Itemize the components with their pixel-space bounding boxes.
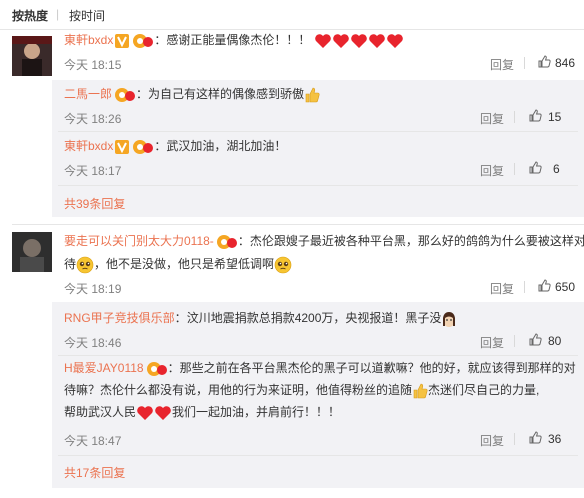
like-count: 6 — [553, 162, 560, 176]
timestamp: 今天 18:15 — [64, 58, 122, 72]
timestamp: 今天 18:26 — [64, 112, 122, 126]
reply-body: 待嘛？杰伦什么都没有说，用他的行为来证明，他值得粉丝的追随 — [64, 383, 413, 398]
heart-icon — [386, 34, 403, 48]
divider — [514, 111, 515, 123]
comment-text: 東軒bxdx ：感谢正能量偶像杰伦！！！ — [64, 33, 404, 49]
divider — [524, 57, 525, 69]
divider — [12, 224, 584, 225]
comment-body: 感谢正能量偶像杰伦！！！ — [166, 33, 311, 48]
timestamp: 今天 18:46 — [64, 336, 122, 350]
username-link[interactable]: H最爱JAY0118 — [64, 361, 144, 375]
more-replies-link[interactable]: 共39条回复 — [64, 195, 125, 212]
reply-body: 我们一起加油，并肩前行！！！ — [172, 405, 341, 420]
reply-button[interactable]: 回复 — [490, 56, 514, 73]
sort-by-hot-tab[interactable]: 按热度 — [12, 7, 48, 24]
comment-body: ，他不是没做，他只是希望低调啊 — [94, 257, 275, 272]
divider — [524, 281, 525, 293]
thumbs-up-emoji-icon — [413, 383, 428, 399]
reply-body: 杰迷们尽自己的力量, — [428, 383, 540, 398]
flushed-face-icon — [443, 312, 456, 327]
fan-badge-icon — [115, 88, 136, 102]
username-link[interactable]: 二馬一郎 — [64, 87, 112, 101]
reply-text: 二馬一郎 ：为自己有这样的偶像感到骄傲 — [64, 87, 320, 103]
divider — [514, 335, 515, 347]
heart-icon — [155, 406, 171, 420]
divider — [58, 131, 578, 132]
colon: ： — [136, 87, 149, 102]
thumbs-up-icon[interactable] — [529, 333, 542, 346]
reply-text-line2: 待嘛？杰伦什么都没有说，用他的行为来证明，他值得粉丝的追随 杰迷们尽自己的力量, — [64, 383, 539, 399]
like-count: 15 — [548, 110, 562, 124]
username-link[interactable]: 東軒bxdx — [64, 139, 113, 153]
divider — [58, 355, 578, 356]
heart-icon — [137, 406, 153, 420]
reply-body: 汶川地震捐款总捐款4200万，央视报道！黑子没 — [186, 311, 442, 326]
reply-button[interactable]: 回复 — [480, 432, 504, 449]
reply-button[interactable]: 回复 — [490, 280, 514, 297]
timestamp: 今天 18:47 — [64, 434, 122, 448]
thumbs-up-icon[interactable] — [538, 55, 551, 68]
colon: ： — [237, 234, 250, 249]
fan-badge-icon — [133, 140, 154, 154]
avatar[interactable] — [12, 36, 52, 76]
like-count: 650 — [555, 280, 576, 294]
avatar[interactable] — [12, 232, 52, 272]
reply-body: 为自己有这样的偶像感到骄傲 — [148, 87, 305, 102]
reply-text-line3: 帮助武汉人民 我们一起加油，并肩前行！！！ — [64, 405, 340, 421]
like-count: 846 — [555, 56, 576, 70]
comment-body: 待 — [64, 257, 77, 272]
fan-badge-icon — [133, 34, 154, 48]
timestamp: 今天 18:17 — [64, 164, 122, 178]
reply-body: 武汉加油，湖北加油！ — [166, 139, 287, 154]
pleading-face-icon — [274, 256, 292, 274]
sort-by-time-tab[interactable]: 按时间 — [69, 7, 105, 24]
divider — [0, 29, 584, 30]
sort-bar: 按热度 | 按时间 — [0, 0, 584, 28]
heart-icon — [332, 34, 349, 48]
thumbs-up-icon[interactable] — [538, 279, 551, 292]
colon: ： — [174, 311, 187, 326]
fan-badge-icon — [216, 235, 237, 249]
thumbs-up-icon[interactable] — [529, 431, 542, 444]
colon: ： — [154, 139, 167, 154]
reply-text: H最爱JAY0118 ：那些之前在各平台黑杰伦的黑子可以道歉嘛？他的好，就应该得到… — [64, 361, 576, 377]
username-link[interactable]: 要走可以关门别太大力0118- — [64, 234, 214, 248]
username-link[interactable]: RNG甲子竞技俱乐部 — [64, 311, 175, 325]
pleading-face-icon — [76, 256, 94, 274]
thumbs-up-icon[interactable] — [529, 109, 542, 122]
divider — [514, 433, 515, 445]
comment-text: 要走可以关门别太大力0118- ：杰伦跟嫂子最近被各种平台黑，那么好的鸽鸽为什么要… — [64, 234, 584, 250]
like-count: 80 — [548, 334, 562, 348]
divider — [58, 455, 578, 456]
comment-body: 杰伦跟嫂子最近被各种平台黑，那么好的鸽鸽为什么要被这样对 — [249, 234, 584, 249]
like-count: 36 — [548, 432, 562, 446]
sort-separator: | — [56, 7, 60, 21]
verified-v-icon — [115, 34, 130, 48]
username-link[interactable]: 東軒bxdx — [64, 33, 113, 47]
thumbs-up-icon[interactable] — [529, 161, 542, 174]
thumbs-up-emoji-icon — [305, 87, 320, 103]
reply-body: 那些之前在各平台黑杰伦的黑子可以道歉嘛？他的好，就应该得到那样的对 — [179, 361, 576, 376]
divider — [514, 163, 515, 175]
reply-text: 東軒bxdx ：武汉加油，湖北加油！ — [64, 139, 286, 155]
reply-button[interactable]: 回复 — [480, 162, 504, 179]
colon: ： — [154, 33, 167, 48]
timestamp: 今天 18:19 — [64, 282, 122, 296]
more-replies-link[interactable]: 共17条回复 — [64, 464, 125, 481]
comment-text-line2: 待 ，他不是没做，他只是希望低调啊 — [64, 256, 292, 274]
verified-v-icon — [115, 140, 130, 154]
heart-icon — [350, 34, 367, 48]
reply-body: 帮助武汉人民 — [64, 405, 137, 420]
divider — [58, 185, 578, 186]
fan-badge-icon — [146, 362, 167, 376]
reply-text: RNG甲子竞技俱乐部：汶川地震捐款总捐款4200万，央视报道！黑子没 — [64, 311, 457, 327]
heart-icon — [368, 34, 385, 48]
colon: ： — [167, 361, 180, 376]
reply-button[interactable]: 回复 — [480, 110, 504, 127]
heart-icon — [314, 34, 331, 48]
reply-button[interactable]: 回复 — [480, 334, 504, 351]
